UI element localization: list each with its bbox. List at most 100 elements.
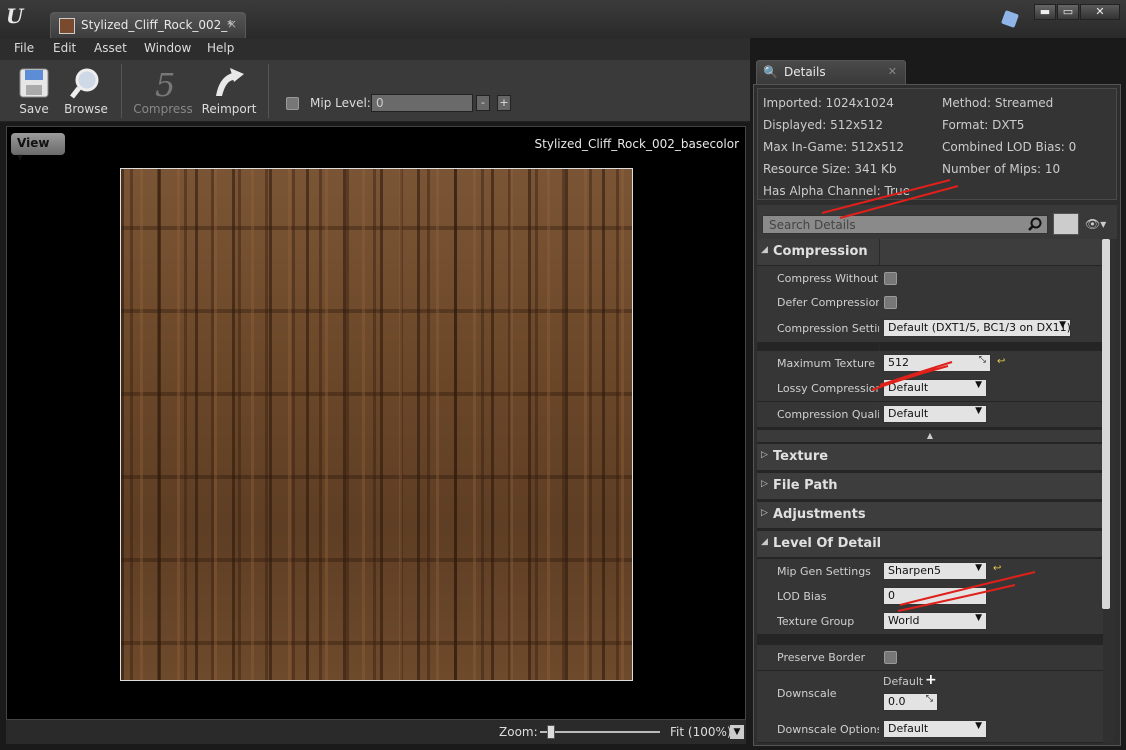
max-texture-size-field[interactable]: 512 ⤡ — [883, 354, 991, 372]
prop-row-defer-compression: Defer Compression — [757, 290, 1103, 315]
dropdown-value: Default — [888, 722, 929, 735]
save-label: Save — [19, 102, 49, 116]
search-details-input[interactable]: Search Details — [762, 215, 1048, 234]
texture-viewport[interactable]: View ▾ Stylized_Cliff_Rock_002_basecolor — [6, 126, 746, 720]
prop-row-downscale-options: Downscale Options Default ▼ — [757, 717, 1103, 742]
category-adjustments[interactable]: ▷ Adjustments — [757, 502, 1103, 528]
title-bar: U Stylized_Cliff_Rock_002_* × ▬ ▭ ✕ — [0, 0, 1126, 38]
reset-to-default-icon[interactable]: ↩ — [993, 563, 1001, 574]
dropdown-value: World — [888, 614, 920, 627]
menu-edit[interactable]: Edit — [53, 41, 76, 55]
category-label: Texture — [773, 449, 829, 464]
info-displayed: Displayed: 512x512 — [763, 118, 883, 132]
collapsed-arrow-icon: ▷ — [761, 450, 768, 460]
mip-decrement-button[interactable]: - — [476, 95, 490, 111]
property-matrix-icon[interactable] — [1053, 213, 1079, 235]
reimport-button[interactable]: Reimport — [200, 60, 258, 122]
menu-bar: File Edit Asset Window Help — [0, 38, 750, 60]
prop-label: LOD Bias — [777, 590, 827, 603]
downscale-options-dropdown[interactable]: Default ▼ — [883, 720, 987, 738]
eye-view-options-icon[interactable]: 👁▾ — [1085, 217, 1106, 231]
chevron-down-icon: ▼ — [1059, 320, 1066, 330]
details-close-icon[interactable]: ✕ — [888, 65, 897, 78]
category-compression[interactable]: ◢ Compression — [757, 239, 1103, 265]
info-resource-size: Resource Size: 341 Kb — [763, 162, 897, 176]
prop-row-lod-bias: LOD Bias 0 — [757, 584, 1103, 609]
details-tab[interactable]: 🔍 Details ✕ — [756, 60, 906, 84]
chevron-down-icon: ▼ — [975, 613, 982, 623]
info-imported: Imported: 1024x1024 — [763, 96, 894, 110]
dropdown-value: Default (DXT1/5, BC1/3 on DX11) — [888, 321, 1071, 334]
chevron-down-icon: ▼ — [975, 406, 982, 416]
downscale-default-label: Default — [883, 675, 924, 688]
advanced-collapse-button[interactable]: ▲ — [757, 430, 1103, 442]
mip-gen-settings-dropdown[interactable]: Sharpen5 ▼ — [883, 562, 987, 580]
category-label: Level Of Detail — [773, 536, 882, 551]
prop-row-mip-gen-settings: Mip Gen Settings Sharpen5 ▼ ↩ — [757, 559, 1103, 584]
info-method: Method: Streamed — [942, 96, 1054, 110]
menu-asset[interactable]: Asset — [94, 41, 127, 55]
menu-help[interactable]: Help — [207, 41, 234, 55]
details-scrollbar-thumb[interactable] — [1102, 239, 1110, 609]
menu-window[interactable]: Window — [144, 41, 191, 55]
zoom-label: Zoom: — [499, 725, 538, 739]
details-tab-label: Details — [784, 65, 826, 79]
details-panel: Imported: 1024x1024 Method: Streamed Dis… — [753, 84, 1121, 746]
reimport-icon — [216, 68, 244, 96]
zoom-slider-thumb[interactable] — [547, 725, 555, 739]
zoom-dropdown-icon[interactable]: ▼ — [730, 725, 744, 739]
category-file-path[interactable]: ▷ File Path — [757, 473, 1103, 499]
close-button[interactable]: ✕ — [1080, 4, 1120, 20]
mip-level-checkbox[interactable] — [286, 97, 299, 110]
prop-row-compression-quality: Compression Quality Default ▼ — [757, 402, 1103, 427]
compress-button[interactable]: 5 Compress — [132, 60, 194, 122]
chevron-down-icon: ▼ — [975, 380, 982, 390]
browse-button[interactable]: Browse — [62, 60, 110, 122]
magnifier-icon — [70, 68, 99, 99]
info-format: Format: DXT5 — [942, 118, 1025, 132]
dropdown-value: Default — [888, 381, 929, 394]
browse-label: Browse — [64, 102, 108, 116]
reset-to-default-icon[interactable]: ↩ — [997, 356, 1005, 367]
save-icon — [19, 68, 49, 98]
document-tab[interactable]: Stylized_Cliff_Rock_002_* × — [50, 12, 246, 38]
texture-group-dropdown[interactable]: World ▼ — [883, 612, 987, 630]
category-label: Compression — [773, 244, 868, 259]
save-button[interactable]: Save — [12, 60, 56, 122]
category-label: File Path — [773, 478, 838, 493]
menu-file[interactable]: File — [14, 41, 34, 55]
category-level-of-detail[interactable]: ◢ Level Of Detail — [757, 531, 1103, 557]
compression-quality-dropdown[interactable]: Default ▼ — [883, 405, 987, 423]
prop-row-downscale: Downscale Default + 0.0 ⤡ — [757, 671, 1103, 717]
zoom-bar: Zoom: Fit (100%) ▼ — [6, 720, 746, 744]
preserve-border-checkbox[interactable] — [884, 651, 897, 664]
mip-level-field[interactable]: 0 — [371, 94, 473, 112]
mip-increment-button[interactable]: + — [497, 95, 511, 111]
prop-row-texture-group: Texture Group World ▼ — [757, 609, 1103, 634]
prop-row-compress-without-alpha: Compress Without A — [757, 266, 1103, 291]
collapse-up-icon: ▲ — [926, 431, 934, 440]
restore-button[interactable]: ▭ — [1057, 4, 1079, 20]
compression-settings-dropdown[interactable]: Default (DXT1/5, BC1/3 on DX11) ▼ — [883, 319, 1071, 337]
feedback-icon[interactable] — [1001, 10, 1019, 28]
category-texture[interactable]: ▷ Texture — [757, 444, 1103, 470]
downscale-field[interactable]: 0.0 ⤡ — [883, 693, 938, 711]
prop-label: Lossy Compression — [777, 382, 879, 395]
dropdown-value: Sharpen5 — [888, 564, 941, 577]
tab-close-icon[interactable]: × — [227, 17, 237, 31]
zoom-slider-track[interactable] — [540, 731, 660, 733]
plus-icon[interactable]: + — [925, 672, 937, 688]
drag-handle-icon: ⤡ — [978, 355, 986, 365]
toolbar: Save Browse 5 Compress Reimport Mip Leve… — [0, 60, 750, 122]
defer-compression-checkbox[interactable] — [884, 296, 897, 309]
compress-without-alpha-checkbox[interactable] — [884, 272, 897, 285]
lod-bias-field[interactable]: 0 — [883, 587, 987, 605]
minimize-button[interactable]: ▬ — [1034, 4, 1056, 20]
view-menu-button[interactable]: View ▾ — [11, 133, 65, 164]
details-search-icon: 🔍 — [763, 65, 778, 79]
lossy-compression-dropdown[interactable]: Default ▼ — [883, 379, 987, 397]
prop-row-compression-settings: Compression Setting Default (DXT1/5, BC1… — [757, 315, 1103, 342]
mip-level-label: Mip Level: — [310, 96, 371, 110]
field-value: 512 — [888, 356, 909, 369]
toolbar-separator — [268, 64, 269, 118]
